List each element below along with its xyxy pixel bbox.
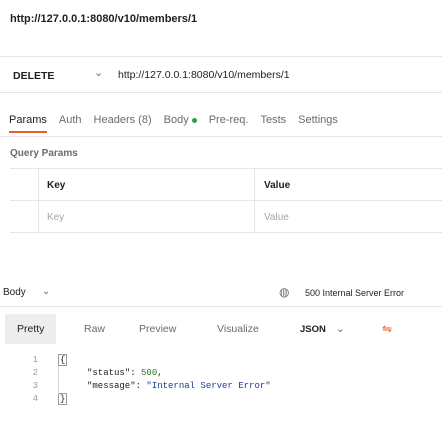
response-tabs: Pretty Raw Preview Visualize JSON ⌄ ⇋	[0, 314, 442, 344]
format-select[interactable]: JSON ⌄	[300, 314, 345, 344]
table-divider	[38, 168, 39, 232]
request-tabs: Params Auth Headers (8) Body Pre-req. Te…	[9, 114, 350, 136]
chevron-down-icon[interactable]: ⌄	[42, 286, 50, 297]
table-divider	[10, 232, 442, 233]
table-divider	[10, 200, 442, 201]
response-body-label[interactable]: Body	[3, 287, 26, 298]
value-column-header: Value	[264, 180, 291, 191]
query-params-label: Query Params	[10, 148, 78, 159]
tab-pre-request[interactable]: Pre-req.	[209, 114, 249, 136]
method-select[interactable]: DELETE	[13, 70, 54, 82]
url-input[interactable]	[114, 66, 442, 84]
tab-settings[interactable]: Settings	[298, 114, 338, 136]
tabs-divider	[0, 136, 442, 137]
tab-headers[interactable]: Headers (8)	[94, 114, 152, 136]
response-body: 1 { 2 "status": 500, 3 "message": "Inter…	[0, 352, 442, 429]
param-key-input[interactable]: Key	[47, 212, 64, 223]
wrap-icon: ⇋	[382, 322, 393, 336]
table-divider	[254, 168, 255, 232]
tab-body[interactable]: Body	[164, 114, 197, 136]
body-indicator-dot	[191, 117, 197, 123]
chevron-down-icon: ⌄	[335, 323, 345, 335]
key-column-header: Key	[47, 180, 66, 191]
code-line: 1 {	[32, 354, 68, 366]
code-line: 2 "status": 500,	[32, 368, 163, 378]
indent-guide	[58, 366, 59, 394]
tab-preview[interactable]: Preview	[139, 314, 176, 344]
tab-raw[interactable]: Raw	[84, 314, 105, 344]
response-divider	[0, 306, 442, 307]
globe-icon[interactable]: ◍	[279, 285, 289, 299]
tab-visualize[interactable]: Visualize	[217, 314, 259, 344]
chevron-down-icon[interactable]: ⌄	[94, 66, 103, 79]
tab-tests[interactable]: Tests	[260, 114, 286, 136]
param-value-input[interactable]: Value	[264, 212, 289, 223]
status-badge[interactable]: 500 Internal Server Error	[305, 288, 404, 298]
request-title: http://127.0.0.1:8080/v10/members/1	[10, 13, 198, 25]
close-brace: }	[58, 393, 68, 405]
code-line: 3 "message": "Internal Server Error"	[32, 381, 271, 391]
wrap-lines-button[interactable]: ⇋	[382, 314, 392, 344]
code-line: 4 }	[32, 393, 68, 405]
tab-pretty[interactable]: Pretty	[5, 314, 57, 344]
open-brace: {	[58, 354, 68, 366]
tab-params[interactable]: Params	[9, 114, 47, 136]
tab-auth[interactable]: Auth	[59, 114, 82, 136]
